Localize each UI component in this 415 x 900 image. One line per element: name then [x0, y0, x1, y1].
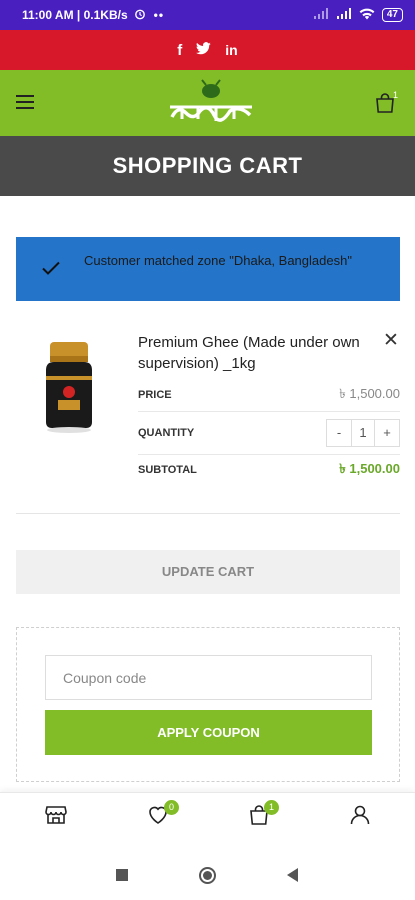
signal-icon — [313, 7, 329, 23]
facebook-icon[interactable]: f — [177, 42, 182, 59]
bottom-nav: 0 1 — [0, 792, 415, 850]
subtotal-row: SUBTOTAL ৳ 1,500.00 — [138, 449, 400, 491]
account-icon[interactable] — [348, 803, 374, 829]
price-row: PRICE ৳ 1,500.00 — [138, 374, 400, 416]
twitter-icon[interactable] — [196, 41, 212, 59]
back-icon[interactable] — [285, 867, 299, 888]
subtotal-label: SUBTOTAL — [138, 464, 197, 476]
quantity-stepper: - 1 + — [326, 419, 400, 447]
system-nav-bar — [0, 850, 415, 900]
coupon-section: APPLY COUPON — [16, 627, 400, 782]
site-header: 1 — [0, 70, 415, 136]
shop-icon[interactable] — [44, 803, 70, 829]
quantity-increase-button[interactable]: + — [375, 420, 399, 446]
price-label: PRICE — [138, 389, 172, 401]
update-cart-button[interactable]: UPDATE CART — [16, 550, 400, 594]
product-image[interactable] — [38, 336, 100, 434]
signal-icon — [336, 7, 352, 23]
battery-icon: 47 — [381, 8, 403, 22]
status-time: 11:00 AM | 0.1KB/s — [22, 8, 128, 22]
coupon-input[interactable] — [45, 655, 372, 700]
wifi-icon — [359, 8, 375, 23]
product-name[interactable]: Premium Ghee (Made under own supervision… — [138, 332, 373, 374]
cart-count-badge: 1 — [393, 90, 399, 100]
home-icon[interactable] — [199, 867, 216, 884]
zone-notice: Customer matched zone "Dhaka, Bangladesh… — [16, 237, 400, 301]
page-title: SHOPPING CART — [0, 136, 415, 196]
alarm-icon — [134, 8, 146, 23]
quantity-decrease-button[interactable]: - — [327, 420, 351, 446]
subtotal-value: ৳ 1,500.00 — [339, 460, 400, 476]
menu-icon[interactable] — [16, 95, 34, 113]
remove-item-icon[interactable]: ✕ — [382, 331, 400, 350]
social-bar: f in — [0, 30, 415, 70]
section-divider — [16, 513, 400, 514]
status-bar: 11:00 AM | 0.1KB/s •• 47 — [0, 0, 415, 30]
more-dots-icon: •• — [153, 8, 165, 22]
wishlist-count-badge: 0 — [164, 800, 179, 815]
price-value: ৳ 1,500.00 — [339, 385, 400, 401]
linkedin-icon[interactable]: in — [225, 42, 237, 58]
apply-coupon-button[interactable]: APPLY COUPON — [45, 710, 372, 755]
quantity-input[interactable]: 1 — [351, 420, 375, 446]
site-logo[interactable] — [168, 79, 254, 127]
quantity-row: QUANTITY - 1 + — [138, 412, 400, 454]
recent-apps-icon[interactable] — [116, 869, 128, 881]
cart-count-badge: 1 — [264, 800, 279, 815]
check-icon — [40, 257, 62, 279]
notice-message: Customer matched zone "Dhaka, Bangladesh… — [84, 253, 352, 268]
quantity-label: QUANTITY — [138, 427, 195, 439]
